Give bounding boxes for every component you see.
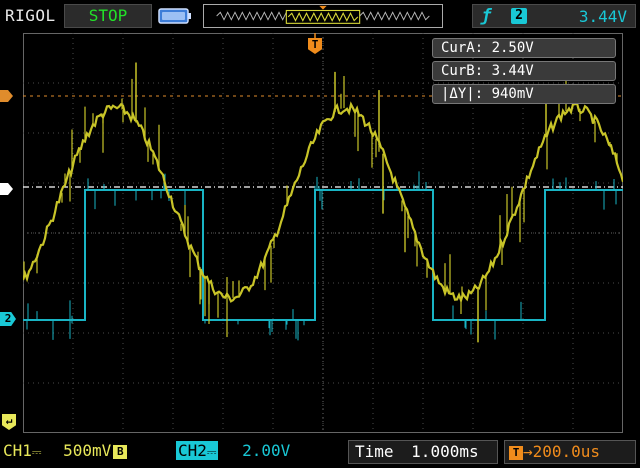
bottom-bar: CH1⎓ 500mV B CH2⎓ 2.00V Time 1.000ms T →20… [0,436,640,468]
trigger-settings[interactable]: ƒ 2 3.44V [472,4,636,28]
ch2-label: CH2 [178,441,207,460]
timebase-value: 1.000ms [411,442,479,461]
bandwidth-limit-badge: B [113,444,128,459]
ch2-marker-label: 2 [4,312,12,325]
brand-logo: RIGOL [5,6,56,25]
rising-edge-icon: ƒ [481,6,492,26]
ch1-settings[interactable]: CH1⎓ 500mV B [3,440,163,464]
ch1-ground-marker[interactable]: ↵ [2,414,16,430]
memory-position-indicator[interactable] [203,4,443,28]
top-bar: RIGOL STOP ƒ 2 3.44V [0,0,640,32]
trigger-delay-icon: T [509,445,523,460]
ch1-marker-label: ↵ [5,414,13,427]
cursor-b-readout[interactable]: CurB: 3.44V [432,61,616,81]
ch2-ground-marker[interactable]: 2 [0,312,16,326]
trigger-marker-label: T [311,38,319,51]
cursor-a-readout[interactable]: CurA: 2.50V [432,38,616,58]
battery-icon [158,8,191,24]
dc-coupling-icon: ⎓ [206,445,217,459]
trigger-level: 3.44V [578,7,627,26]
cursor-delta-readout: |ΔY|: 940mV [432,84,616,104]
timebase-label: Time [355,442,394,461]
run-status-badge[interactable]: STOP [64,4,152,28]
ch2-settings[interactable]: CH2⎓ 2.00V [176,440,326,464]
trigger-source-badge: 2 [511,8,527,24]
cursor-readout-panel: CurA: 2.50V CurB: 3.44V |ΔY|: 940mV [432,38,616,107]
ch2-scale: 2.00V [242,441,291,460]
trigger-level-marker[interactable] [0,90,14,102]
trigger-delay-value: →200.0us [523,442,601,461]
ch1-label: CH1 [3,441,32,460]
cursor-a-marker [0,183,13,195]
ch2-label-tag: CH2⎓ [176,441,219,460]
trigger-delay-settings[interactable]: T →200.0us [504,440,636,464]
ch1-scale: 500mV [63,441,112,460]
dc-coupling-icon: ⎓ [31,445,42,459]
timebase-settings[interactable]: Time 1.000ms [348,440,498,464]
